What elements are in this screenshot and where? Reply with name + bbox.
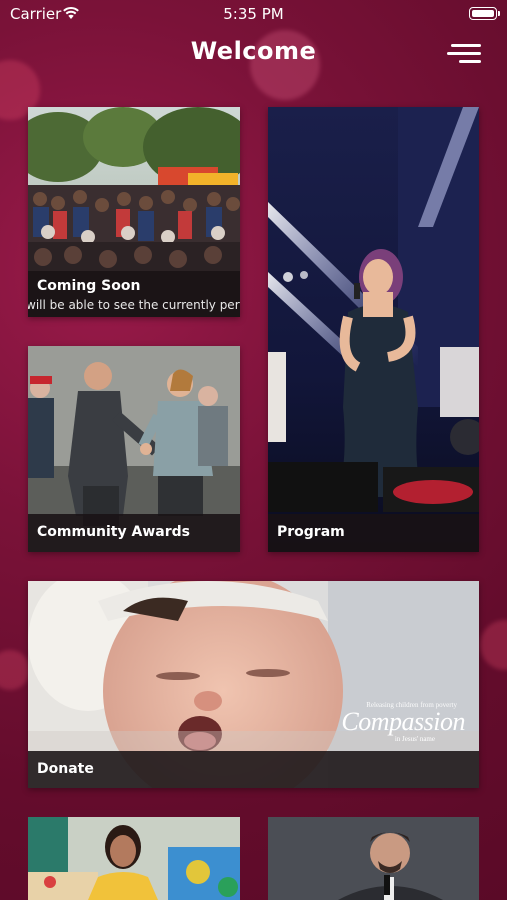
page-title: Welcome	[190, 37, 317, 65]
menu-icon[interactable]	[447, 44, 481, 66]
smiling-woman-image	[28, 817, 240, 900]
card-partial-right[interactable]	[268, 817, 479, 900]
app-header: Welcome	[0, 28, 507, 78]
singer-on-stage-image	[268, 107, 479, 552]
card-label: Program	[268, 514, 479, 552]
compassion-logo-text: Compassion	[341, 707, 465, 736]
card-coming-soon[interactable]: Coming Soon will be able to see the curr…	[28, 107, 240, 317]
compassion-logo: Releasing children from poverty Compassi…	[341, 701, 465, 743]
compassion-tagline: Releasing children from poverty	[366, 701, 457, 709]
card-label: Donate	[28, 751, 479, 788]
card-program[interactable]: Program	[268, 107, 479, 552]
card-donate[interactable]: Releasing children from poverty Compassi…	[28, 581, 479, 788]
speaker-man-image	[268, 817, 479, 900]
card-title: Coming Soon	[37, 278, 141, 294]
battery-icon	[469, 7, 500, 20]
card-label: Coming Soon will be able to see the curr…	[28, 271, 240, 317]
status-bar: Carrier 5:35 PM	[0, 0, 507, 28]
card-subtitle: will be able to see the currently perf	[28, 298, 240, 312]
background-bokeh	[480, 620, 507, 670]
card-title: Program	[277, 524, 345, 540]
card-title: Donate	[37, 761, 94, 777]
card-title: Community Awards	[37, 524, 190, 540]
card-community-awards[interactable]: Community Awards	[28, 346, 240, 552]
card-label: Community Awards	[28, 514, 240, 552]
card-partial-left[interactable]	[28, 817, 240, 900]
background-bokeh	[0, 650, 30, 690]
status-time: 5:35 PM	[223, 5, 284, 23]
compassion-sub: in Jesus' name	[394, 735, 435, 743]
